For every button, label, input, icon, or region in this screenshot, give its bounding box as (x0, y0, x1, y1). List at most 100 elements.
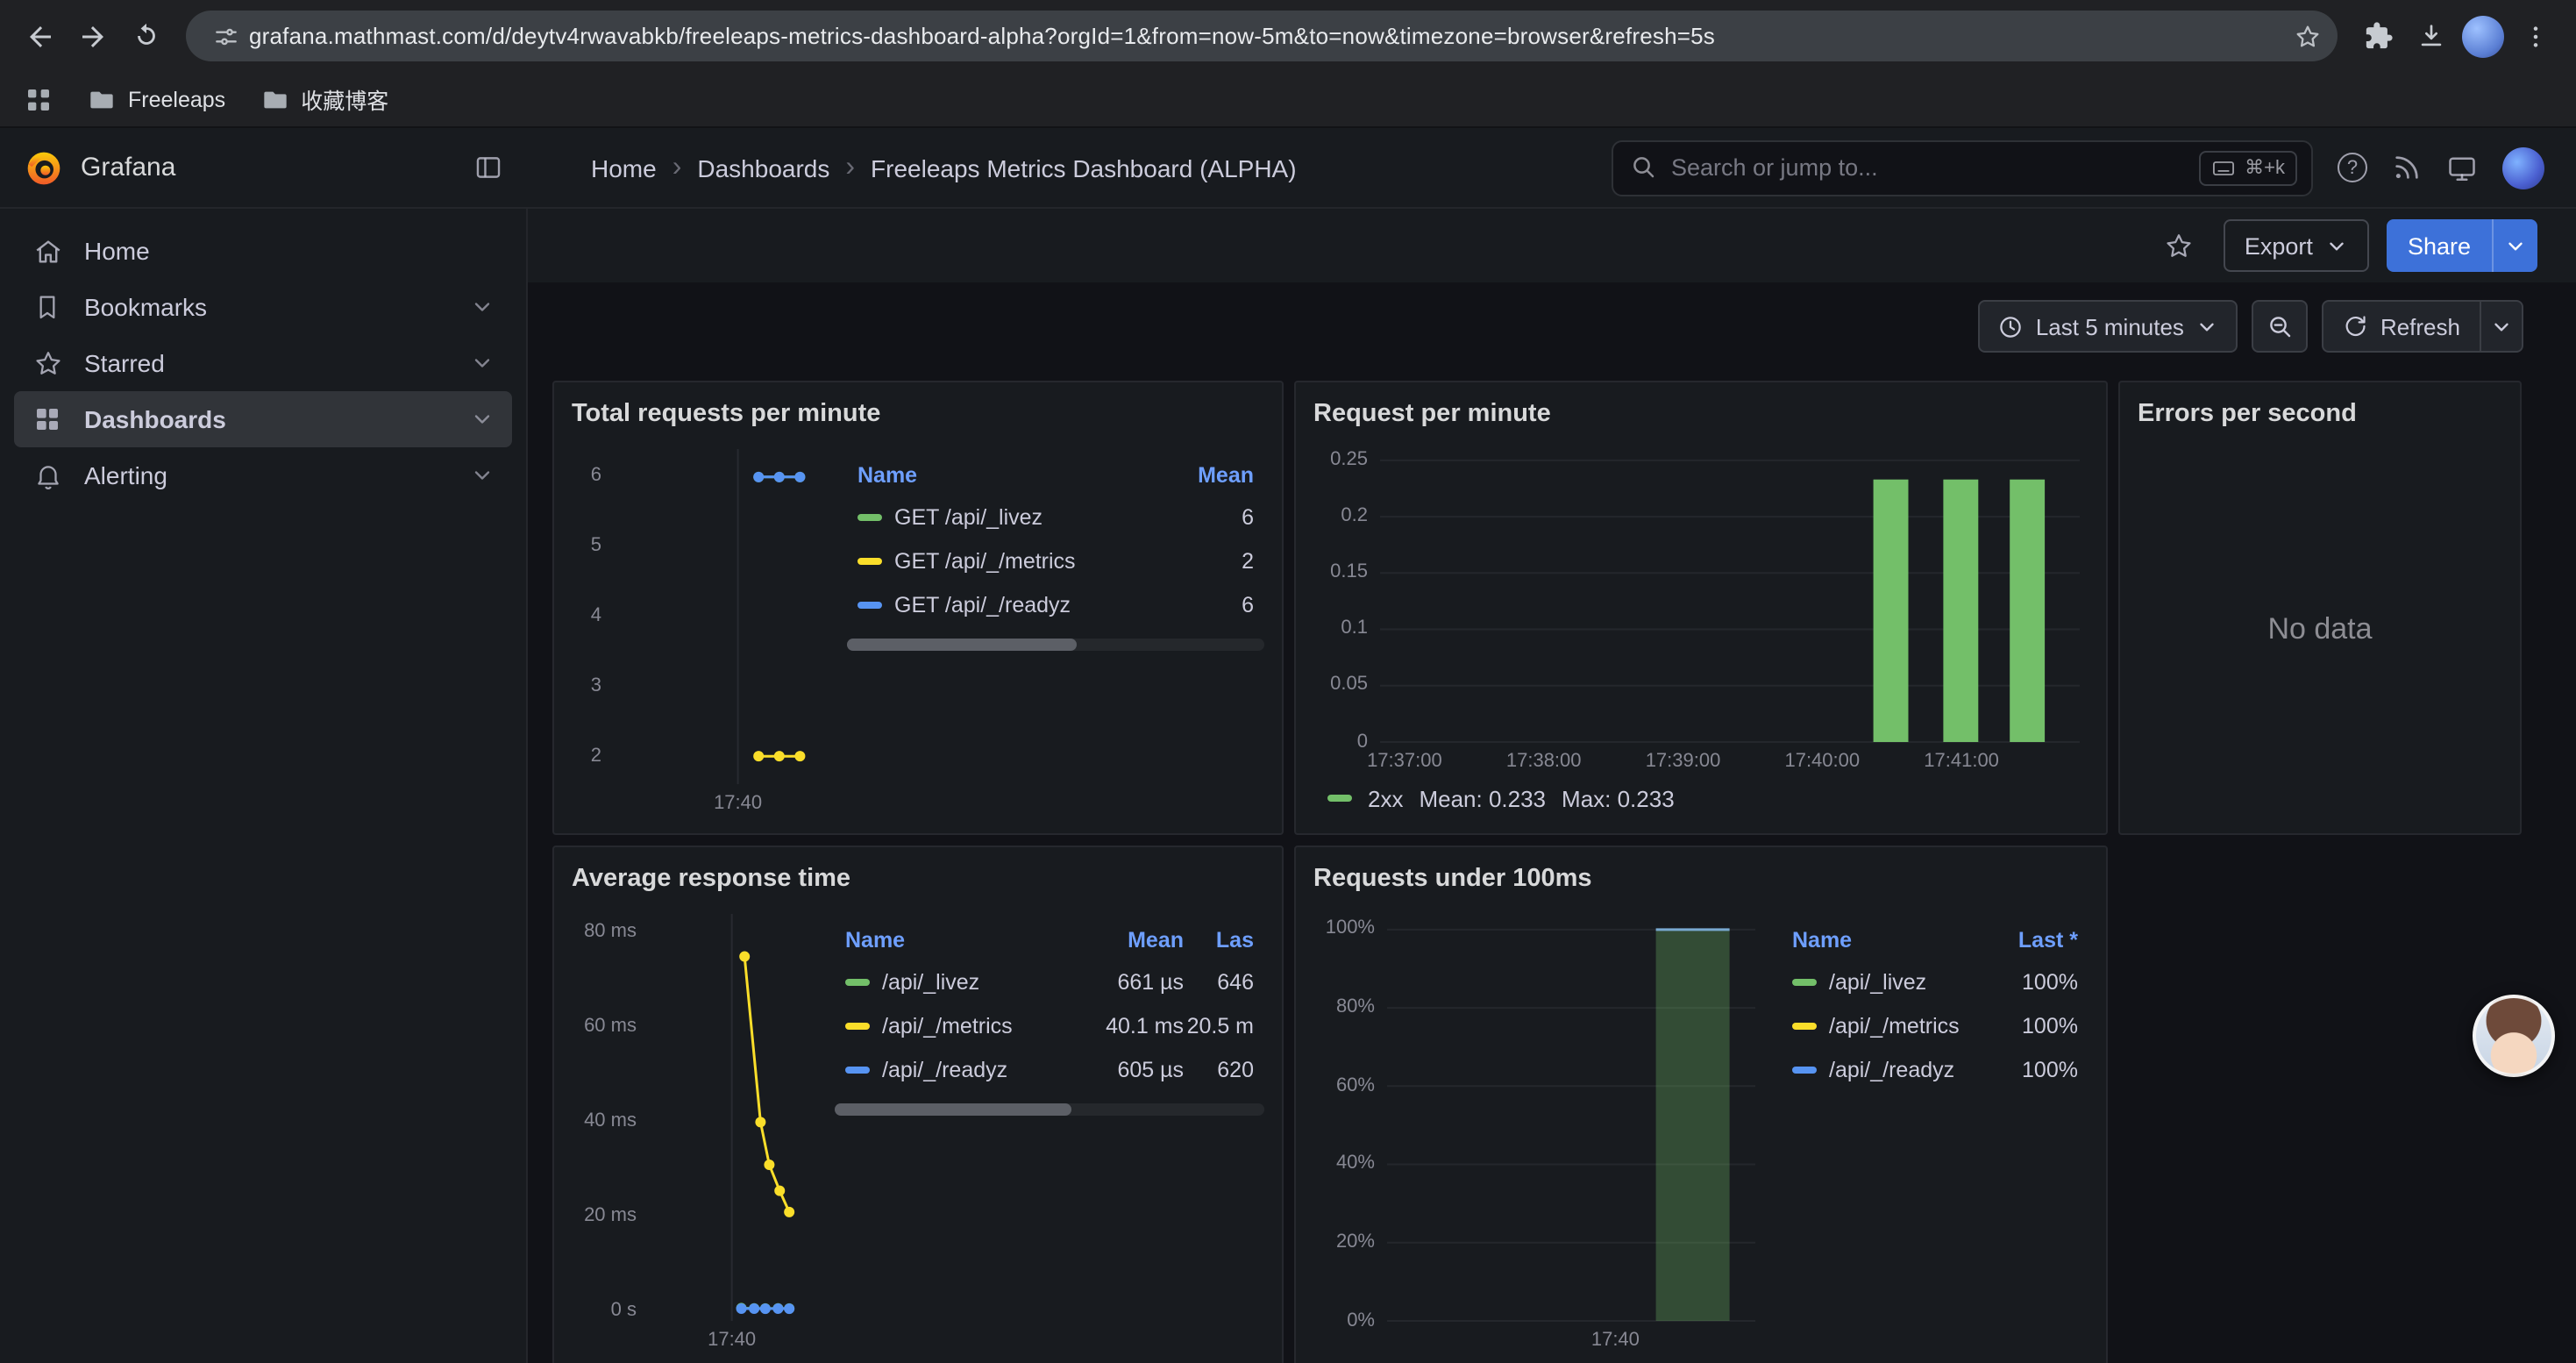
legend-row[interactable]: /api/_/metrics 100% (1782, 1003, 2089, 1047)
url-text[interactable]: grafana.mathmast.com/d/deytv4rwavabkb/fr… (249, 23, 2285, 49)
legend-col-name[interactable]: Name (857, 463, 1166, 488)
scrollbar-thumb[interactable] (835, 1103, 1071, 1116)
export-button[interactable]: Export (2224, 219, 2369, 272)
back-button[interactable] (14, 10, 67, 62)
floating-assistant-avatar[interactable] (2473, 995, 2555, 1077)
bookmark-folder-blogs[interactable]: 收藏博客 (260, 82, 388, 116)
panel-request-per-minute: Request per minute 00.050.10.150.20.2517… (1294, 381, 2108, 835)
time-range-button[interactable]: Last 5 minutes (1978, 300, 2238, 353)
help-icon[interactable]: ? (2338, 153, 2367, 182)
panel-average-response-time: Average response time 80 ms60 ms40 ms20 … (552, 846, 1284, 1363)
share-caret-button[interactable] (2492, 219, 2537, 272)
legend-col-last[interactable]: Las (1184, 928, 1254, 953)
legend-line[interactable]: 2xx Mean: 0.233 Max: 0.233 (1313, 777, 2089, 819)
series-color-chip (1792, 1022, 1817, 1029)
search-input[interactable] (1671, 154, 2185, 181)
legend-row[interactable]: GET /api/_livez 6 (847, 495, 1264, 539)
series-name[interactable]: 2xx (1368, 785, 1403, 811)
search-box[interactable]: ⌘+k (1612, 139, 2313, 196)
breadcrumb-separator: › (845, 153, 855, 182)
series-color-chip (845, 1066, 870, 1073)
breadcrumb-home[interactable]: Home (591, 153, 657, 182)
site-info-icon[interactable] (203, 13, 249, 59)
legend-scrollbar[interactable] (835, 1103, 1264, 1116)
legend-col-last[interactable]: Last * (1990, 928, 2078, 953)
panel-title[interactable]: Requests under 100ms (1313, 861, 2089, 903)
favorite-star-button[interactable] (2153, 219, 2206, 272)
panel-title[interactable]: Request per minute (1313, 396, 2089, 439)
grafana-logo[interactable] (25, 148, 63, 187)
legend-row[interactable]: GET /api/_/readyz 6 (847, 582, 1264, 626)
series-color-chip (845, 1022, 870, 1029)
browser-window: grafana.mathmast.com/d/deytv4rwavabkb/fr… (0, 0, 2576, 1363)
request-per-minute-chart: 00.050.10.150.20.2517:37:0017:38:0017:39… (1313, 439, 2089, 777)
legend-table: Name Mean Las /api/_livez 661 µs 646 (835, 921, 1264, 1356)
legend-col-mean[interactable]: Mean (1166, 463, 1254, 488)
panel-title[interactable]: Total requests per minute (572, 396, 1264, 439)
breadcrumb-dashboards[interactable]: Dashboards (697, 153, 829, 182)
profile-avatar (2462, 15, 2504, 57)
viewport: grafana.mathmast.com/d/deytv4rwavabkb/fr… (0, 0, 2576, 1363)
omnibox[interactable]: grafana.mathmast.com/d/deytv4rwavabkb/fr… (186, 11, 2338, 61)
chevron-down-icon (470, 295, 495, 319)
panel-title[interactable]: Errors per second (2138, 396, 2502, 439)
legend-row[interactable]: /api/_/metrics 40.1 ms 20.5 m (835, 1003, 1264, 1047)
search-shortcut: ⌘+k (2199, 150, 2297, 185)
breadcrumb: Home › Dashboards › Freeleaps Metrics Da… (591, 153, 1297, 182)
legend-col-name[interactable]: Name (1792, 928, 1990, 953)
reload-button[interactable] (119, 10, 172, 62)
no-data-message: No data (2138, 439, 2502, 819)
downloads-button[interactable] (2404, 10, 2457, 62)
sidebar-item-label: Alerting (84, 461, 167, 489)
legend-table: Name Last * /api/_livez 100% /api/_/metr… (1782, 921, 2089, 1356)
share-split-button: Share (2387, 219, 2537, 272)
scrollbar-thumb[interactable] (847, 639, 1077, 651)
bookmark-label: Freeleaps (128, 87, 225, 111)
sidebar-item-bookmarks[interactable]: Bookmarks (14, 279, 512, 335)
sidebar-item-dashboards[interactable]: Dashboards (14, 391, 512, 447)
legend-scrollbar[interactable] (847, 639, 1264, 651)
sidebar-item-alerting[interactable]: Alerting (14, 447, 512, 503)
legend-row[interactable]: /api/_/readyz 100% (1782, 1047, 2089, 1091)
user-avatar[interactable] (2502, 146, 2544, 189)
folder-icon (88, 85, 116, 113)
bookmark-label: 收藏博客 (301, 82, 388, 116)
series-color-chip (1792, 1066, 1817, 1073)
dashboards-grid-icon (32, 405, 63, 433)
bookmark-folder-freeleaps[interactable]: Freeleaps (88, 85, 225, 113)
legend-row[interactable]: /api/_livez 100% (1782, 960, 2089, 1003)
series-color-chip (1327, 795, 1352, 802)
series-max: Max: 0.233 (1562, 785, 1675, 811)
extensions-icon[interactable] (2352, 10, 2404, 62)
sidebar-toggle-icon[interactable] (473, 153, 503, 182)
legend-row[interactable]: /api/_/readyz 605 µs 620 (835, 1047, 1264, 1091)
legend-col-name[interactable]: Name (845, 928, 1078, 953)
series-mean: Mean: 0.233 (1419, 785, 1546, 811)
bookmark-star-icon[interactable] (2285, 13, 2330, 59)
sidebar: Home Bookmarks Starred (0, 209, 528, 1363)
legend-row[interactable]: GET /api/_/metrics 2 (847, 539, 1264, 582)
legend-col-mean[interactable]: Mean (1078, 928, 1184, 953)
series-color-chip (857, 601, 882, 608)
browser-menu-button[interactable] (2509, 10, 2562, 62)
profile-button[interactable] (2457, 10, 2509, 62)
forward-button[interactable] (67, 10, 119, 62)
panel-grid: Total requests per minute 6543217:40 Nam… (552, 381, 2523, 1363)
legend-row[interactable]: /api/_livez 661 µs 646 (835, 960, 1264, 1003)
panel-requests-under-100ms: Requests under 100ms 100%80%60%40%20%0%1… (1294, 846, 2108, 1363)
monitor-icon[interactable] (2446, 152, 2478, 183)
refresh-button[interactable]: Refresh (2324, 302, 2480, 351)
apps-grid-icon[interactable] (25, 85, 53, 113)
zoom-out-button[interactable] (2252, 300, 2309, 353)
bookmark-icon (32, 293, 63, 321)
sidebar-item-home[interactable]: Home (14, 223, 512, 279)
sidebar-item-starred[interactable]: Starred (14, 335, 512, 391)
refresh-interval-caret[interactable] (2480, 302, 2522, 351)
news-rss-icon[interactable] (2392, 153, 2422, 182)
share-button[interactable]: Share (2387, 219, 2492, 272)
bookmarks-bar: Freeleaps 收藏博客 (0, 72, 2576, 128)
panel-errors-per-second: Errors per second No data (2118, 381, 2522, 835)
average-response-time-chart: 80 ms60 ms40 ms20 ms0 s17:40 (572, 903, 817, 1356)
panel-title[interactable]: Average response time (572, 861, 1264, 903)
topnav-left: Grafana (0, 148, 528, 187)
